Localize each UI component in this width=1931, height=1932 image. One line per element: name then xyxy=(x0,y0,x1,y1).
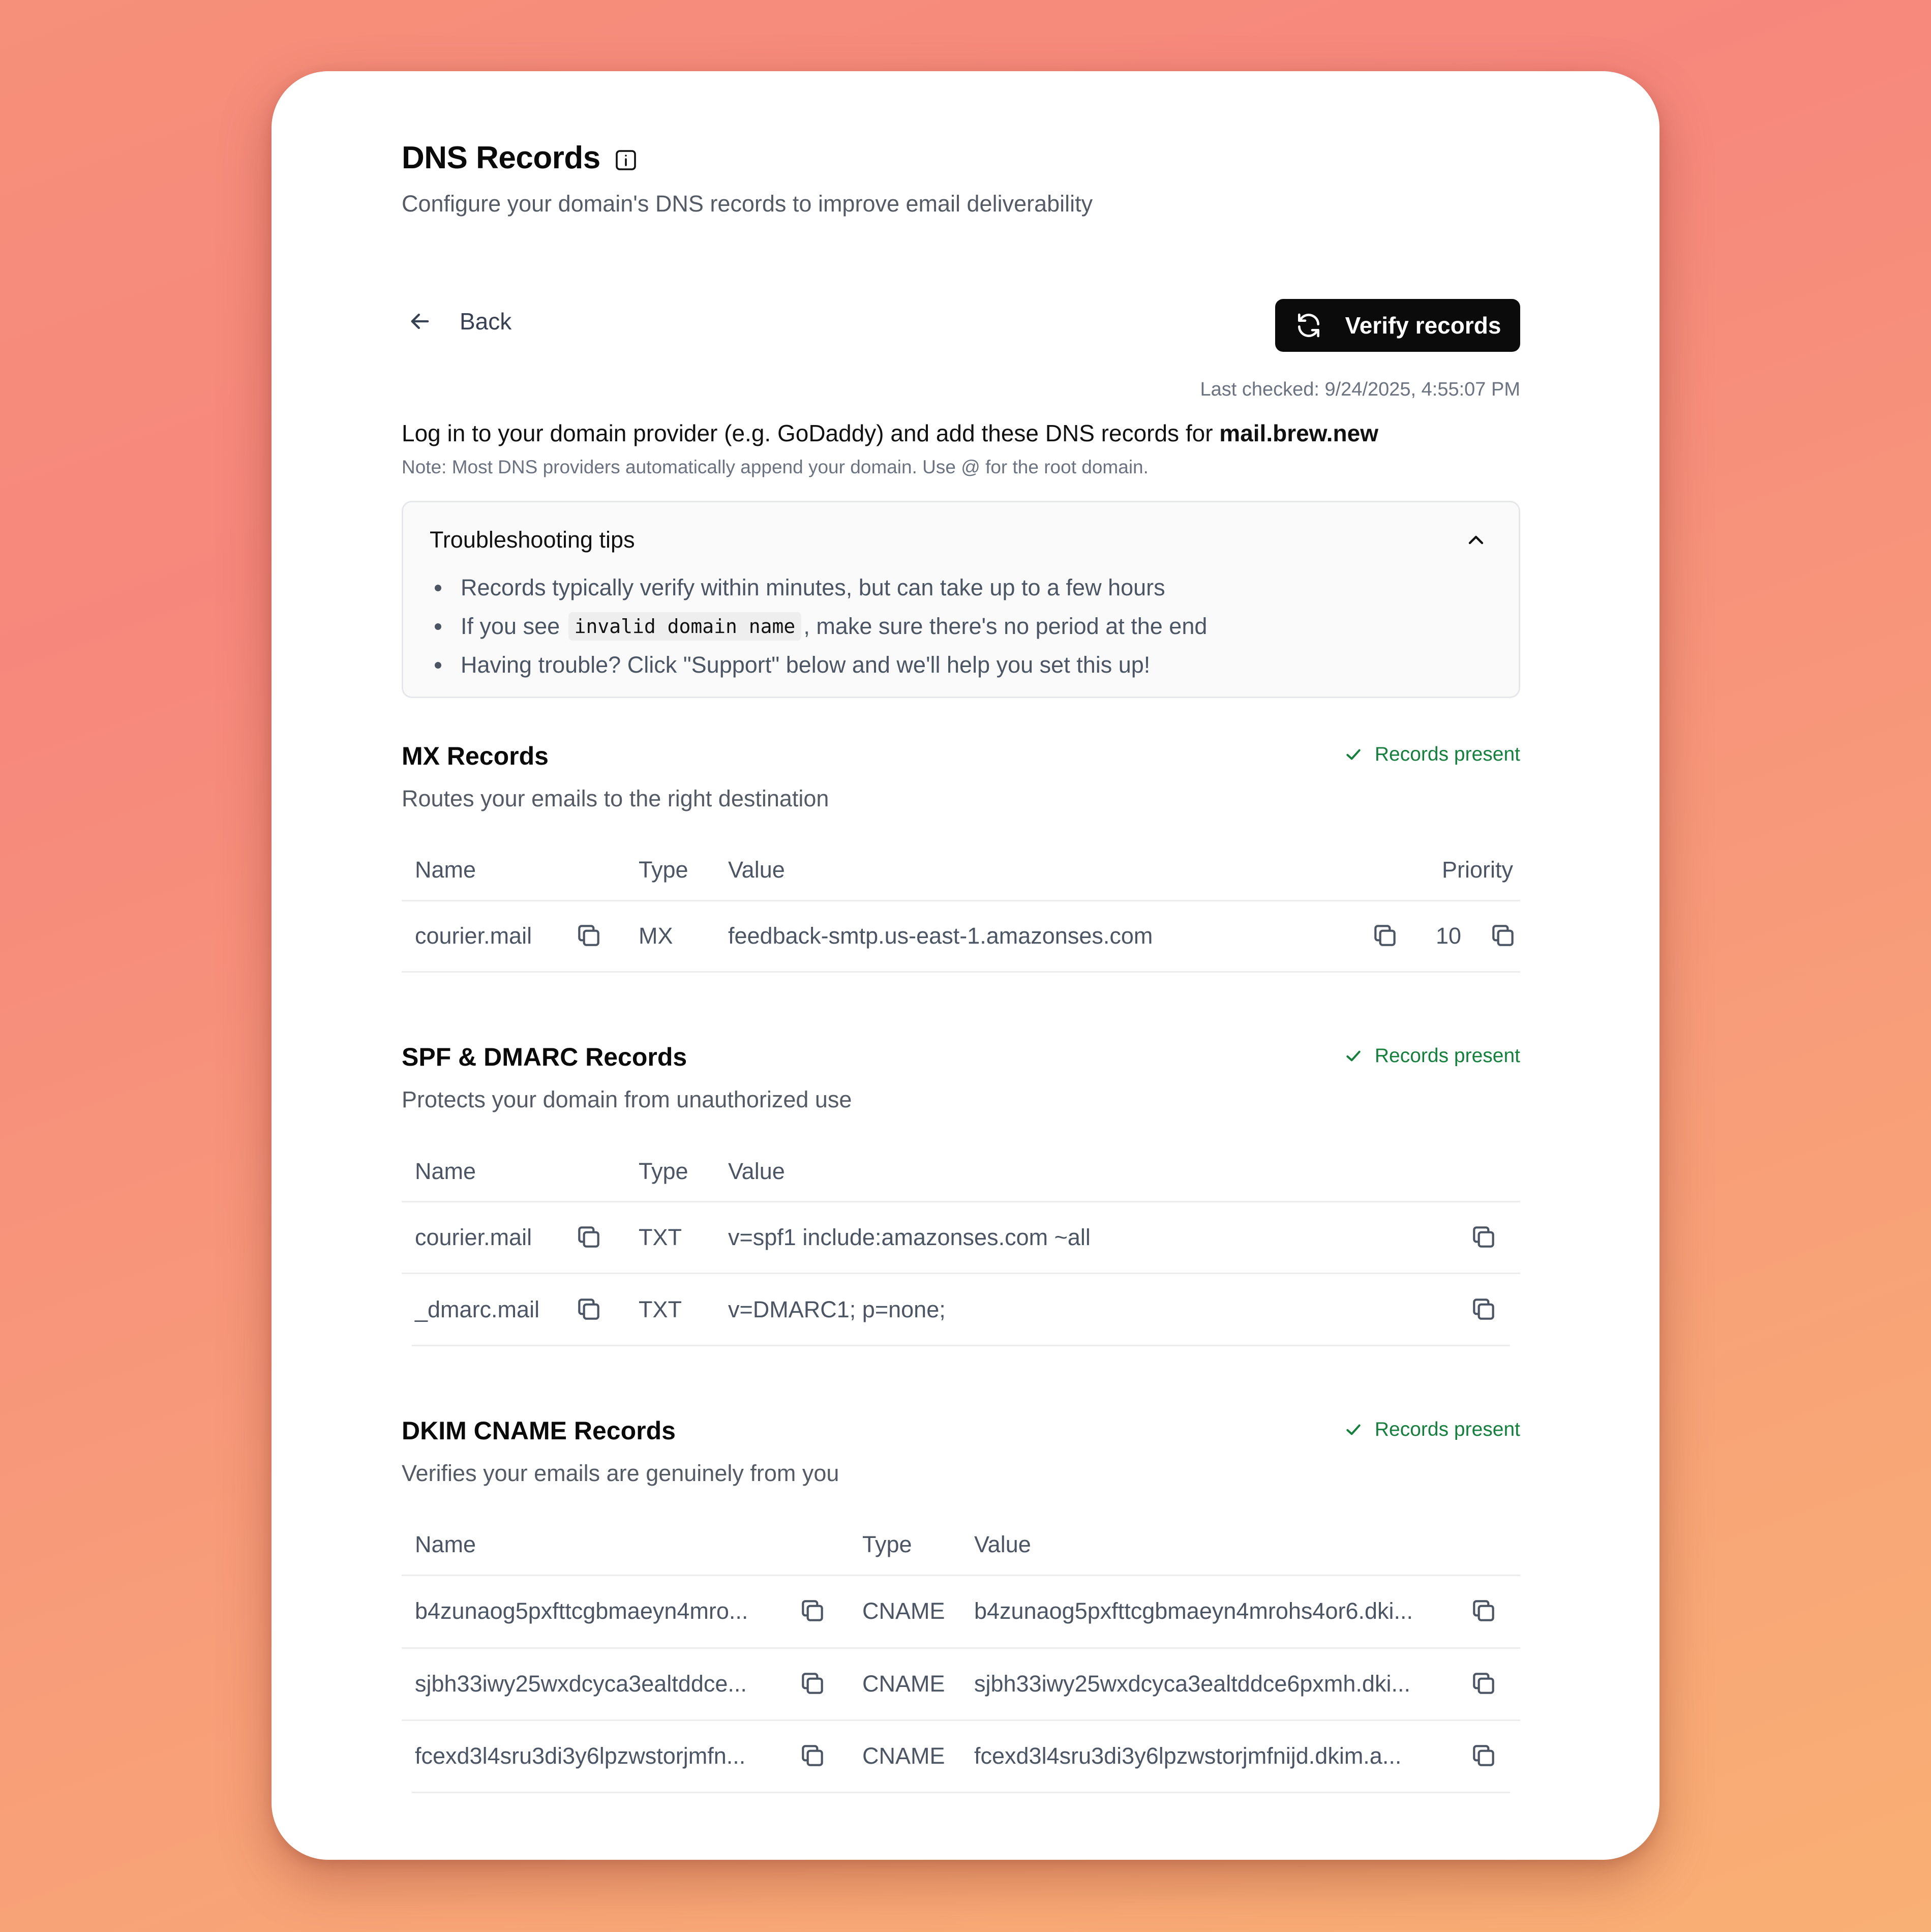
bullet xyxy=(435,661,441,669)
divider xyxy=(402,900,1520,901)
copy-icon[interactable] xyxy=(798,1741,827,1770)
dkim-header-name: Name xyxy=(415,1531,476,1557)
mx-header-value: Value xyxy=(728,857,785,883)
dmarc-record-type: TXT xyxy=(639,1296,682,1322)
spf-status-badge: Records present xyxy=(1343,1045,1520,1067)
dkim-record-name: sjbh33iwy25wxdcyca3ealtddce... xyxy=(415,1671,747,1697)
copy-icon[interactable] xyxy=(1469,1223,1498,1251)
domain-name: mail.brew.new xyxy=(1219,420,1379,446)
check-icon xyxy=(1343,744,1364,765)
mx-header-priority: Priority xyxy=(1441,857,1513,883)
page-subtitle: Configure your domain's DNS records to i… xyxy=(402,191,1093,217)
copy-icon[interactable] xyxy=(1469,1295,1498,1323)
mx-record-type: MX xyxy=(639,923,673,949)
divider xyxy=(412,1345,1510,1346)
copy-icon[interactable] xyxy=(798,1596,827,1625)
divider xyxy=(402,1273,1520,1274)
dkim-status-badge: Records present xyxy=(1343,1418,1520,1441)
spf-section-subtitle: Protects your domain from unauthorized u… xyxy=(402,1086,852,1112)
spf-header-type: Type xyxy=(639,1158,688,1184)
info-icon[interactable] xyxy=(614,148,638,172)
troubleshooting-list: Records typically verify within minutes,… xyxy=(435,568,1207,684)
dkim-record-type: CNAME xyxy=(862,1671,945,1697)
refresh-icon xyxy=(1294,311,1323,340)
dkim-record-name: fcexd3l4sru3di3y6lpzwstorjmfn... xyxy=(415,1743,746,1769)
title-row: DNS Records xyxy=(402,140,638,176)
divider xyxy=(402,1719,1520,1721)
spf-record-name: courier.mail xyxy=(415,1224,532,1250)
dmarc-record-value: v=DMARC1; p=none; xyxy=(728,1296,946,1322)
spf-status-text: Records present xyxy=(1374,1045,1520,1067)
mx-section-title: MX Records xyxy=(402,742,549,770)
spf-section-title: SPF & DMARC Records xyxy=(402,1043,687,1071)
dkim-record-value: fcexd3l4sru3di3y6lpzwstorjmfnijd.dkim.a.… xyxy=(974,1743,1402,1769)
dkim-record-name: b4zunaog5pxfttcgbmaeyn4mro... xyxy=(415,1598,748,1624)
copy-icon[interactable] xyxy=(1469,1741,1498,1770)
mx-header-name: Name xyxy=(415,857,476,883)
tip-text: Records typically verify within minutes,… xyxy=(461,575,1165,600)
troubleshooting-title[interactable]: Troubleshooting tips xyxy=(430,527,635,553)
dkim-record-value: sjbh33iwy25wxdcyca3ealtddce6pxmh.dki... xyxy=(974,1671,1410,1697)
dmarc-record-name: _dmarc.mail xyxy=(415,1296,540,1322)
dkim-header-value: Value xyxy=(974,1531,1031,1557)
page-title: DNS Records xyxy=(402,140,600,175)
copy-icon[interactable] xyxy=(1469,1669,1498,1698)
tip-item: Records typically verify within minutes,… xyxy=(435,568,1207,607)
invalid-domain-code: invalid domain name xyxy=(568,612,802,641)
tip-item: Having trouble? Click "Support" below an… xyxy=(435,646,1207,684)
check-icon xyxy=(1343,1046,1364,1066)
chevron-up-icon[interactable] xyxy=(1464,528,1488,552)
arrow-left-icon xyxy=(407,308,433,335)
copy-icon[interactable] xyxy=(1371,921,1399,950)
divider xyxy=(402,1575,1520,1576)
spf-record-type: TXT xyxy=(639,1224,682,1250)
tip-text: , make sure there's no period at the end xyxy=(803,613,1208,639)
spf-header-name: Name xyxy=(415,1158,476,1184)
dkim-status-text: Records present xyxy=(1374,1418,1520,1440)
spf-header-value: Value xyxy=(728,1158,785,1184)
verify-records-button[interactable]: Verify records xyxy=(1275,299,1520,352)
divider xyxy=(402,971,1520,973)
mx-status-badge: Records present xyxy=(1343,743,1520,766)
dkim-record-type: CNAME xyxy=(862,1598,945,1624)
copy-icon[interactable] xyxy=(575,1223,603,1251)
back-label: Back xyxy=(460,308,512,335)
copy-icon[interactable] xyxy=(1489,921,1517,950)
instruction-text: Log in to your domain provider (e.g. GoD… xyxy=(402,419,1378,447)
bullet xyxy=(435,584,441,591)
mx-section-subtitle: Routes your emails to the right destinat… xyxy=(402,786,829,811)
dkim-record-value: b4zunaog5pxfttcgbmaeyn4mrohs4or6.dki... xyxy=(974,1598,1413,1624)
tip-text: If you see xyxy=(461,613,566,639)
copy-icon[interactable] xyxy=(575,1295,603,1323)
instruction-note: Note: Most DNS providers automatically a… xyxy=(402,457,1149,477)
tip-text: Having trouble? Click "Support" below an… xyxy=(461,652,1151,678)
mx-status-text: Records present xyxy=(1374,743,1520,765)
tip-item: If you see invalid domain name, make sur… xyxy=(435,607,1207,646)
bullet xyxy=(435,623,441,630)
spf-record-value: v=spf1 include:amazonses.com ~all xyxy=(728,1224,1091,1250)
mx-record-name: courier.mail xyxy=(415,923,532,949)
dkim-header-type: Type xyxy=(862,1531,912,1557)
troubleshooting-panel: Troubleshooting tips Records typically v… xyxy=(402,501,1520,698)
dkim-section-title: DKIM CNAME Records xyxy=(402,1416,676,1445)
instruction-body: Log in to your domain provider (e.g. GoD… xyxy=(402,420,1220,446)
dkim-record-type: CNAME xyxy=(862,1743,945,1769)
divider xyxy=(412,1792,1510,1793)
mx-record-priority: 10 xyxy=(1436,923,1462,949)
back-button[interactable]: Back xyxy=(407,308,511,335)
divider xyxy=(402,1201,1520,1202)
mx-header-type: Type xyxy=(639,857,688,883)
last-checked-timestamp: Last checked: 9/24/2025, 4:55:07 PM xyxy=(1200,379,1520,400)
copy-icon[interactable] xyxy=(575,921,603,950)
dkim-section-subtitle: Verifies your emails are genuinely from … xyxy=(402,1460,839,1486)
copy-icon[interactable] xyxy=(1469,1596,1498,1625)
copy-icon[interactable] xyxy=(798,1669,827,1698)
check-icon xyxy=(1343,1420,1364,1440)
verify-records-label: Verify records xyxy=(1345,312,1501,339)
mx-record-value: feedback-smtp.us-east-1.amazonses.com xyxy=(728,923,1153,949)
divider xyxy=(402,1647,1520,1649)
